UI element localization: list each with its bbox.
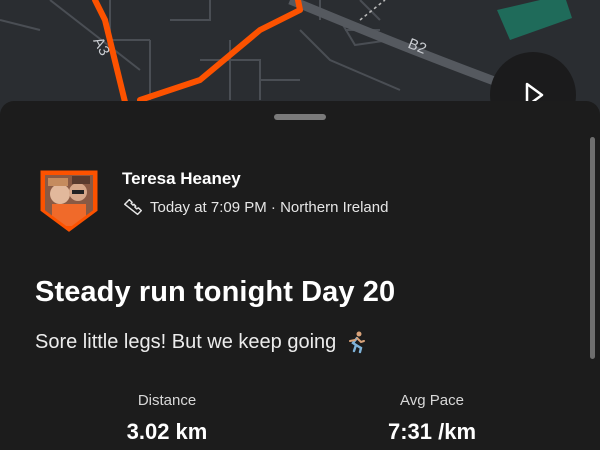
stat-distance: Distance 3.02 km — [107, 392, 227, 445]
activity-title: Steady run tonight Day 20 — [35, 276, 396, 308]
activity-sheet: Teresa Heaney Today at 7:09 PM · Norther… — [0, 101, 600, 450]
stat-avg-pace: Avg Pace 7:31 /km — [372, 392, 492, 445]
activity-meta: Today at 7:09 PM · Northern Ireland — [122, 196, 388, 218]
runner-emoji — [349, 331, 366, 354]
activity-description: Sore little legs! But we keep going — [35, 330, 368, 354]
stat-value: 7:31 /km — [387, 419, 477, 444]
stat-label: Distance — [137, 392, 197, 409]
athlete-avatar[interactable] — [40, 170, 98, 232]
activity-description-text: Sore little legs! But we keep going — [35, 330, 337, 353]
scrollbar[interactable] — [590, 137, 595, 359]
sheet-grabber[interactable] — [274, 114, 326, 120]
activity-meta-text: Today at 7:09 PM · Northern Ireland — [150, 198, 389, 216]
shoe-icon — [124, 198, 142, 216]
stat-value: 3.02 km — [126, 419, 208, 444]
stat-label: Avg Pace — [400, 392, 464, 409]
athlete-name[interactable]: Teresa Heaney — [122, 169, 241, 189]
